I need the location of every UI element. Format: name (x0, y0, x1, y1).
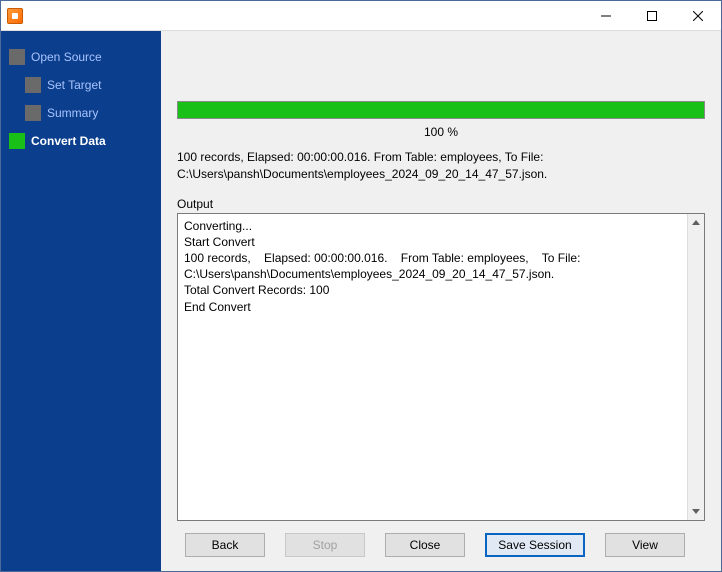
step-indicator-icon (25, 105, 41, 121)
scroll-track[interactable] (688, 231, 704, 503)
sidebar-item-convert-data[interactable]: Convert Data (1, 127, 161, 155)
output-box: Converting... Start Convert 100 records,… (177, 213, 705, 521)
sidebar-item-set-target[interactable]: Set Target (1, 71, 161, 99)
view-button-label: View (632, 538, 658, 552)
sidebar-item-label: Summary (47, 106, 98, 120)
close-window-button[interactable] (675, 1, 721, 30)
save-session-button[interactable]: Save Session (485, 533, 585, 557)
titlebar (1, 1, 721, 31)
scroll-up-icon[interactable] (688, 214, 704, 231)
step-indicator-icon (9, 133, 25, 149)
sidebar-item-open-source[interactable]: Open Source (1, 43, 161, 71)
button-row: Back Stop Close Save Session View (161, 521, 721, 571)
output-scrollbar[interactable] (687, 214, 704, 520)
save-session-button-label: Save Session (498, 538, 571, 552)
step-indicator-icon (9, 49, 25, 65)
sidebar-item-summary[interactable]: Summary (1, 99, 161, 127)
output-label: Output (177, 197, 705, 213)
output-text[interactable]: Converting... Start Convert 100 records,… (178, 214, 687, 520)
status-text: 100 records, Elapsed: 00:00:00.016. From… (161, 149, 721, 197)
progress-bar (177, 101, 705, 119)
sidebar-item-label: Open Source (31, 50, 102, 64)
progress-percent-label: 100 % (177, 119, 705, 149)
stop-button-label: Stop (313, 538, 338, 552)
back-button-label: Back (212, 538, 239, 552)
stop-button: Stop (285, 533, 365, 557)
close-button-label: Close (410, 538, 441, 552)
progress-fill (178, 102, 704, 118)
app-icon (7, 8, 23, 24)
sidebar-item-label: Set Target (47, 78, 101, 92)
wizard-sidebar: Open Source Set Target Summary Convert D… (1, 31, 161, 571)
step-indicator-icon (25, 77, 41, 93)
view-button[interactable]: View (605, 533, 685, 557)
content-panel: 100 % 100 records, Elapsed: 00:00:00.016… (161, 31, 721, 571)
sidebar-item-label: Convert Data (31, 134, 106, 148)
minimize-button[interactable] (583, 1, 629, 30)
scroll-down-icon[interactable] (688, 503, 704, 520)
back-button[interactable]: Back (185, 533, 265, 557)
close-button[interactable]: Close (385, 533, 465, 557)
maximize-button[interactable] (629, 1, 675, 30)
